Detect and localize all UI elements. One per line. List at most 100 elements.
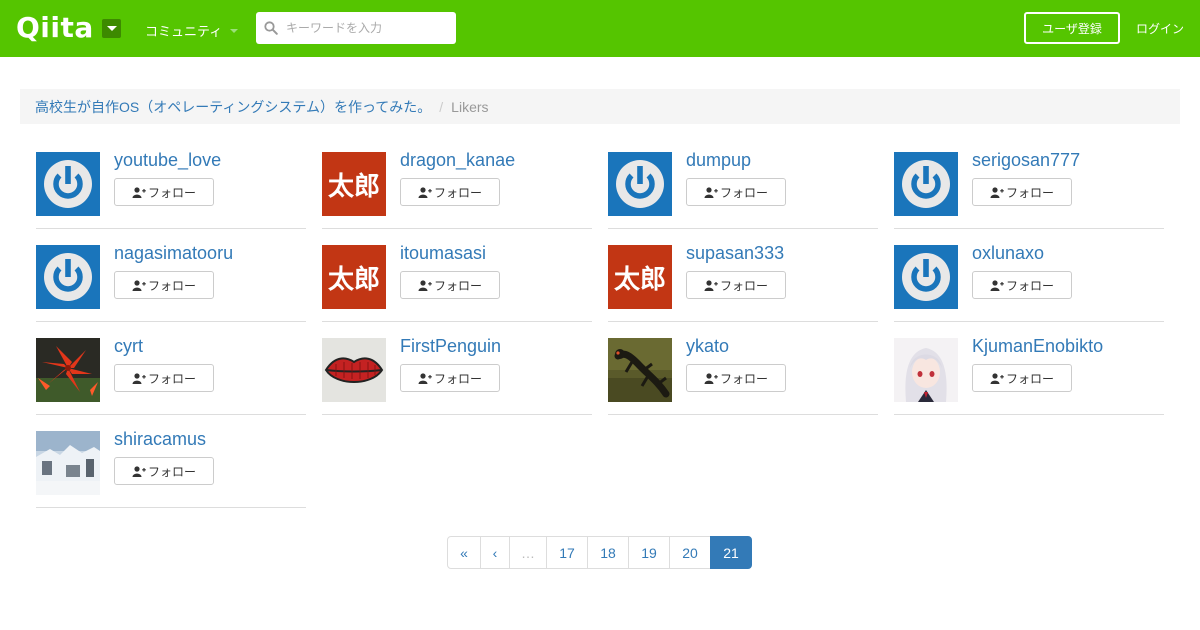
user-plus-icon [418, 279, 432, 291]
user-plus-icon [990, 279, 1004, 291]
user-name-link[interactable]: itoumasasi [400, 243, 486, 264]
user-avatar[interactable] [608, 338, 672, 402]
user-plus-icon [132, 279, 146, 291]
follow-label: フォロー [147, 278, 196, 293]
user-name-link[interactable]: serigosan777 [972, 150, 1080, 171]
user-plus-icon [704, 279, 718, 291]
follow-label: フォロー [719, 185, 768, 200]
qiita-logo[interactable]: Qiita [16, 13, 94, 43]
user-name-link[interactable]: nagasimatooru [114, 243, 233, 264]
liker-card: dumpup フォロー [608, 150, 878, 229]
pagination-page[interactable]: 19 [628, 536, 670, 569]
follow-button[interactable]: フォロー [972, 271, 1072, 299]
user-name-link[interactable]: supasan333 [686, 243, 784, 264]
liker-card: youtube_love フォロー [36, 150, 306, 229]
user-avatar[interactable] [894, 152, 958, 216]
user-name-link[interactable]: dumpup [686, 150, 751, 171]
user-avatar[interactable] [608, 152, 672, 216]
user-plus-icon [132, 186, 146, 198]
user-avatar[interactable]: 太郎 [322, 245, 386, 309]
pagination-ellipsis: … [509, 536, 547, 569]
user-name-link[interactable]: youtube_love [114, 150, 221, 171]
follow-button[interactable]: フォロー [686, 364, 786, 392]
user-plus-icon [418, 372, 432, 384]
follow-button[interactable]: フォロー [972, 178, 1072, 206]
follow-button[interactable]: フォロー [400, 178, 500, 206]
follow-label: フォロー [719, 371, 768, 386]
follow-button[interactable]: フォロー [114, 364, 214, 392]
follow-button[interactable]: フォロー [400, 364, 500, 392]
logo-dropdown-button[interactable] [102, 19, 121, 38]
user-plus-icon [132, 372, 146, 384]
pagination: « ‹ … 17 18 19 20 21 [447, 536, 752, 569]
user-avatar[interactable] [322, 338, 386, 402]
user-avatar[interactable] [36, 338, 100, 402]
follow-label: フォロー [1005, 371, 1054, 386]
liker-card: shiracamus フォロー [36, 429, 306, 508]
breadcrumb-separator: / [439, 98, 444, 115]
follow-label: フォロー [433, 278, 482, 293]
login-link[interactable]: ログイン [1136, 20, 1184, 37]
search-input[interactable] [286, 21, 446, 35]
user-avatar[interactable]: 太郎 [322, 152, 386, 216]
follow-label: フォロー [147, 185, 196, 200]
user-name-link[interactable]: FirstPenguin [400, 336, 501, 357]
follow-label: フォロー [719, 278, 768, 293]
user-name-link[interactable]: KjumanEnobikto [972, 336, 1103, 357]
follow-label: フォロー [1005, 185, 1054, 200]
liker-card: KjumanEnobikto フォロー [894, 336, 1164, 415]
user-plus-icon [704, 186, 718, 198]
breadcrumb-current: Likers [451, 98, 489, 115]
follow-button[interactable]: フォロー [400, 271, 500, 299]
user-name-link[interactable]: dragon_kanae [400, 150, 515, 171]
community-menu[interactable]: コミュニティ [145, 21, 239, 40]
liker-card: nagasimatooru フォロー [36, 243, 306, 322]
pagination-page[interactable]: 20 [669, 536, 711, 569]
liker-card: FirstPenguin フォロー [322, 336, 592, 415]
user-avatar[interactable] [36, 245, 100, 309]
follow-button[interactable]: フォロー [686, 178, 786, 206]
user-name-link[interactable]: oxlunaxo [972, 243, 1044, 264]
follow-label: フォロー [147, 371, 196, 386]
user-plus-icon [704, 372, 718, 384]
follow-button[interactable]: フォロー [114, 178, 214, 206]
taro-avatar-text: 太郎 [613, 264, 666, 295]
signup-button[interactable]: ユーザ登録 [1024, 12, 1120, 44]
user-name-link[interactable]: ykato [686, 336, 729, 357]
liker-card: 太郎 dragon_kanae フォロー [322, 150, 592, 229]
pagination-first[interactable]: « [447, 536, 481, 569]
user-avatar[interactable] [894, 338, 958, 402]
follow-button[interactable]: フォロー [114, 271, 214, 299]
search-icon [264, 21, 278, 35]
pagination-page[interactable]: 18 [587, 536, 629, 569]
liker-card: 太郎 supasan333 フォロー [608, 243, 878, 322]
follow-button[interactable]: フォロー [686, 271, 786, 299]
liker-card: cyrt フォロー [36, 336, 306, 415]
follow-label: フォロー [433, 371, 482, 386]
user-name-link[interactable]: shiracamus [114, 429, 206, 450]
follow-label: フォロー [147, 464, 196, 479]
user-avatar[interactable] [894, 245, 958, 309]
taro-avatar-text: 太郎 [327, 264, 380, 295]
user-avatar[interactable] [36, 431, 100, 495]
breadcrumb-article-link[interactable]: 高校生が自作OS（オペレーティングシステム）を作ってみた。 [35, 97, 431, 117]
user-plus-icon [132, 465, 146, 477]
community-label: コミュニティ [145, 24, 223, 39]
search-box[interactable] [256, 12, 456, 44]
user-plus-icon [418, 186, 432, 198]
user-avatar[interactable] [36, 152, 100, 216]
user-plus-icon [990, 372, 1004, 384]
user-name-link[interactable]: cyrt [114, 336, 143, 357]
user-plus-icon [990, 186, 1004, 198]
liker-card: 太郎 itoumasasi フォロー [322, 243, 592, 322]
pagination-page[interactable]: 17 [546, 536, 588, 569]
top-header: Qiita コミュニティ ユーザ登録 ログイン [0, 0, 1200, 57]
pagination-prev[interactable]: ‹ [480, 536, 510, 569]
follow-button[interactable]: フォロー [114, 457, 214, 485]
follow-button[interactable]: フォロー [972, 364, 1072, 392]
pagination-page-current[interactable]: 21 [710, 536, 752, 569]
user-avatar[interactable]: 太郎 [608, 245, 672, 309]
follow-label: フォロー [433, 185, 482, 200]
chevron-down-icon [230, 28, 239, 33]
taro-avatar-text: 太郎 [327, 171, 380, 202]
